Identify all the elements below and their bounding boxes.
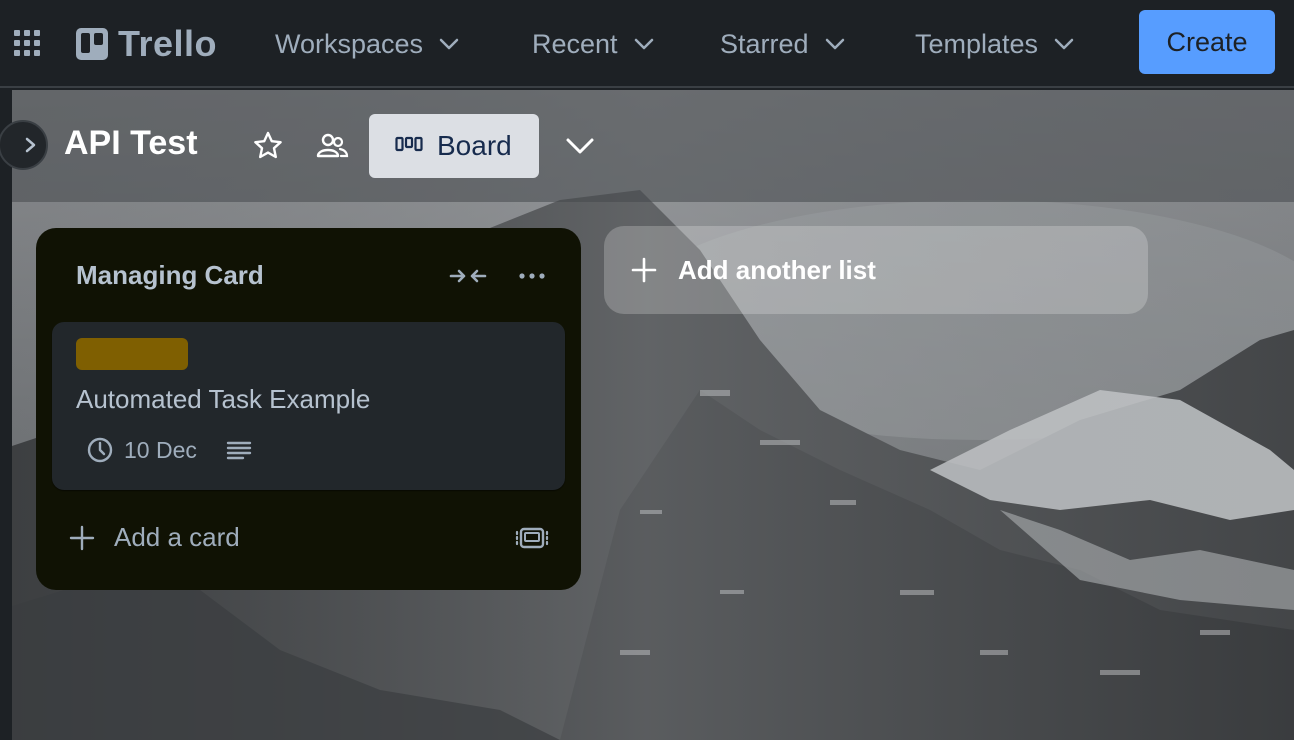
star-board-button[interactable] xyxy=(248,126,288,166)
add-card-button[interactable]: Add a card xyxy=(68,522,240,553)
chevron-down-icon xyxy=(1054,38,1074,50)
sidebar-expand-button[interactable] xyxy=(0,120,48,170)
left-rail xyxy=(0,90,12,740)
chevron-down-icon xyxy=(439,38,459,50)
collapse-icon xyxy=(449,269,487,283)
add-list-button[interactable]: Add another list xyxy=(604,226,1148,314)
template-icon xyxy=(515,527,549,549)
nav-templates[interactable]: Templates xyxy=(915,22,1076,66)
list: Managing Card Automated Task Example 10 … xyxy=(36,228,581,590)
list-title[interactable]: Managing Card xyxy=(76,260,264,291)
collapse-list-button[interactable] xyxy=(448,256,488,296)
list-actions-button[interactable] xyxy=(512,256,552,296)
board-title[interactable]: API Test xyxy=(64,124,198,163)
members-icon xyxy=(316,133,349,158)
plus-icon xyxy=(69,525,95,550)
add-list-label: Add another list xyxy=(678,254,876,285)
top-navigation: Trello Workspaces Recent Starred Templat… xyxy=(0,0,1294,88)
nav-starred[interactable]: Starred xyxy=(720,22,847,66)
card-title: Automated Task Example xyxy=(76,384,371,414)
card-label[interactable] xyxy=(76,338,188,370)
create-button[interactable]: Create xyxy=(1139,10,1275,74)
chevron-right-icon xyxy=(25,137,36,153)
board-header: API Test Board xyxy=(0,90,1294,202)
plus-icon xyxy=(631,257,657,283)
chevron-down-icon xyxy=(634,38,653,50)
clock-icon xyxy=(87,437,113,463)
nav-templates-label: Templates xyxy=(915,28,1039,59)
logo-text: Trello xyxy=(118,23,218,64)
board-view-button[interactable]: Board xyxy=(369,114,539,178)
nav-recent-label: Recent xyxy=(532,28,618,59)
nav-workspaces[interactable]: Workspaces xyxy=(275,22,461,66)
chevron-down-icon xyxy=(566,138,594,154)
card[interactable]: Automated Task Example 10 Dec xyxy=(52,322,565,490)
trello-logo[interactable]: Trello xyxy=(76,23,218,64)
star-icon xyxy=(254,131,282,159)
board-view-icon xyxy=(395,136,423,152)
card-badges: 10 Dec xyxy=(86,436,253,464)
views-dropdown-button[interactable] xyxy=(560,126,600,166)
app-switcher-icon[interactable] xyxy=(12,28,42,58)
nav-starred-label: Starred xyxy=(720,28,809,59)
create-from-template-button[interactable] xyxy=(512,518,552,558)
board-view-label: Board xyxy=(437,130,512,161)
nav-workspaces-label: Workspaces xyxy=(275,28,424,59)
more-horizontal-icon xyxy=(519,273,545,279)
nav-recent[interactable]: Recent xyxy=(532,22,656,66)
board-canvas: API Test Board Managing Card Automated T… xyxy=(0,90,1294,740)
trello-logo-icon xyxy=(76,28,108,60)
board-visibility-button[interactable] xyxy=(312,126,352,166)
due-date-badge: 10 Dec xyxy=(124,436,197,463)
chevron-down-icon xyxy=(825,38,844,50)
add-card-label: Add a card xyxy=(114,522,240,552)
description-icon xyxy=(226,441,252,460)
